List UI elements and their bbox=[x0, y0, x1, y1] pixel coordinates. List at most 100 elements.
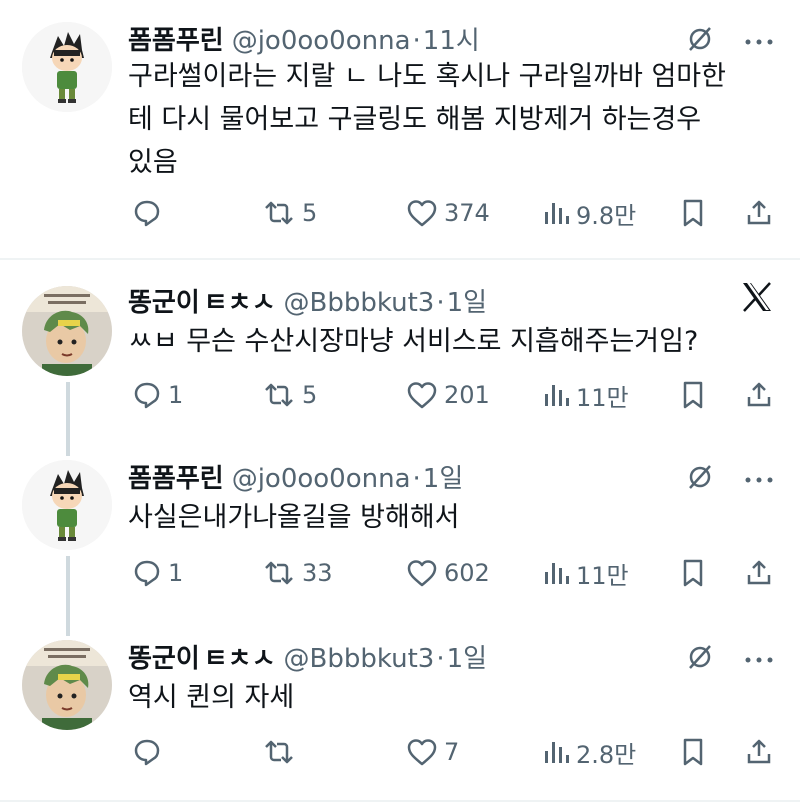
bookmark-button[interactable] bbox=[680, 375, 706, 415]
views-count: 11만 bbox=[576, 383, 629, 412]
reply-button[interactable] bbox=[132, 193, 168, 233]
display-name[interactable]: 폼폼푸린 bbox=[128, 464, 224, 494]
reply-button[interactable] bbox=[132, 732, 168, 772]
retweet-icon bbox=[265, 740, 293, 764]
more-options-icon[interactable] bbox=[744, 470, 774, 489]
views-button[interactable]: 11만 bbox=[542, 553, 629, 593]
tweet-text-line: 사실은내가나올길을 방해해서 bbox=[128, 502, 460, 533]
views-button[interactable]: 9.8만 bbox=[542, 193, 636, 233]
timestamp[interactable]: 1일 bbox=[447, 644, 487, 674]
tweet-1[interactable]: 폼폼푸린 @jo0oo0onna·11시 구라썰이라는 지랄 ㄴ 나도 혹시나 구… bbox=[0, 0, 800, 258]
heart-icon bbox=[407, 560, 437, 587]
more-options-icon[interactable] bbox=[744, 650, 774, 669]
separator-dot: · bbox=[412, 464, 421, 494]
views-button[interactable]: 2.8만 bbox=[542, 732, 636, 772]
views-icon bbox=[545, 385, 569, 406]
share-button[interactable] bbox=[744, 732, 774, 772]
views-icon bbox=[545, 742, 569, 763]
retweet-count: 5 bbox=[302, 381, 318, 409]
action-bar: 7 2.8만 bbox=[128, 732, 778, 772]
retweet-count: 33 bbox=[302, 559, 333, 587]
retweet-count: 5 bbox=[302, 199, 318, 227]
retweet-button[interactable]: 5 bbox=[262, 375, 317, 415]
views-icon bbox=[545, 203, 569, 224]
user-handle[interactable]: @Bbbbkut3 bbox=[284, 288, 435, 318]
like-button[interactable]: 602 bbox=[406, 553, 490, 593]
bookmark-icon bbox=[683, 381, 703, 409]
tweet-text-line: ㅆㅂ 무슨 수산시장마냥 서비스로 지흡해주는거임? bbox=[128, 326, 699, 357]
reply-button[interactable]: 1 bbox=[132, 553, 183, 593]
tweet-header: 똥군이 ㅌㅊㅅ @Bbbbkut3·1일 bbox=[128, 282, 487, 319]
like-count: 602 bbox=[444, 559, 490, 587]
bookmark-button[interactable] bbox=[680, 553, 706, 593]
tweet-3[interactable]: 폼폼푸린 @jo0oo0onna·1일 사실은내가나올길을 방해해서 1 33 6… bbox=[0, 440, 800, 620]
heart-icon bbox=[407, 739, 437, 766]
tweet-text-line: 테 다시 물어보고 구글링도 해봄 지방제거 하는경우 bbox=[128, 104, 702, 135]
share-icon bbox=[747, 560, 771, 585]
display-name[interactable]: 똥군이 bbox=[128, 644, 200, 674]
like-button[interactable]: 201 bbox=[406, 375, 490, 415]
avatar[interactable] bbox=[22, 22, 112, 112]
corner-actions bbox=[685, 642, 774, 676]
bookmark-icon bbox=[683, 738, 703, 766]
like-count: 7 bbox=[444, 738, 460, 766]
avatar[interactable] bbox=[22, 460, 112, 550]
reply-icon bbox=[134, 560, 160, 587]
display-name[interactable]: 폼폼푸린 bbox=[128, 26, 224, 56]
avatar[interactable] bbox=[22, 286, 112, 376]
share-button[interactable] bbox=[744, 553, 774, 593]
user-handle[interactable]: @jo0oo0onna bbox=[232, 464, 411, 494]
reply-count: 1 bbox=[168, 381, 184, 409]
reply-icon bbox=[134, 382, 160, 409]
bookmark-button[interactable] bbox=[680, 732, 706, 772]
tweet-text-line: 있음 bbox=[128, 147, 178, 178]
like-count: 374 bbox=[444, 199, 490, 227]
share-button[interactable] bbox=[744, 375, 774, 415]
name-suffix: ㅌㅊㅅ bbox=[203, 644, 276, 674]
share-icon bbox=[747, 382, 771, 407]
tweet-header: 폼폼푸린 @jo0oo0onna·1일 bbox=[128, 458, 463, 495]
bookmark-icon bbox=[683, 199, 703, 227]
avatar[interactable] bbox=[22, 640, 112, 730]
timestamp[interactable]: 11시 bbox=[423, 26, 480, 56]
corner-actions bbox=[685, 24, 774, 58]
user-handle[interactable]: @Bbbbkut3 bbox=[284, 644, 435, 674]
grok-icon[interactable] bbox=[685, 462, 715, 496]
user-handle[interactable]: @jo0oo0onna bbox=[232, 26, 411, 56]
avatar-chibi-image bbox=[22, 22, 112, 112]
share-icon bbox=[747, 739, 771, 764]
views-count: 11만 bbox=[576, 561, 629, 590]
retweet-button[interactable]: 5 bbox=[262, 193, 317, 233]
grok-icon[interactable] bbox=[685, 642, 715, 676]
tweet-text: 사실은내가나올길을 방해해서 bbox=[128, 496, 778, 539]
tweet-text-line: 역시 퀸의 자세 bbox=[128, 682, 295, 713]
tweet-4[interactable]: 똥군이 ㅌㅊㅅ @Bbbbkut3·1일 역시 퀸의 자세 7 2.8만 bbox=[0, 620, 800, 811]
action-bar: 1 33 602 11만 bbox=[128, 553, 778, 593]
heart-icon bbox=[407, 382, 437, 409]
retweet-icon bbox=[265, 561, 293, 585]
share-icon bbox=[747, 200, 771, 225]
timestamp[interactable]: 1일 bbox=[447, 288, 487, 318]
retweet-button[interactable] bbox=[262, 732, 302, 772]
timestamp[interactable]: 1일 bbox=[423, 464, 463, 494]
action-bar: 5 374 9.8만 bbox=[128, 193, 778, 233]
share-button[interactable] bbox=[744, 193, 774, 233]
more-options-icon[interactable] bbox=[744, 32, 774, 51]
views-button[interactable]: 11만 bbox=[542, 375, 629, 415]
tweet-header: 똥군이 ㅌㅊㅅ @Bbbbkut3·1일 bbox=[128, 638, 487, 675]
heart-icon bbox=[407, 200, 437, 227]
bookmark-button[interactable] bbox=[680, 193, 706, 233]
reply-button[interactable]: 1 bbox=[132, 375, 183, 415]
separator-dot: · bbox=[412, 26, 421, 56]
like-button[interactable]: 7 bbox=[406, 732, 459, 772]
corner-actions bbox=[740, 280, 774, 318]
display-name[interactable]: 똥군이 bbox=[128, 288, 200, 318]
like-button[interactable]: 374 bbox=[406, 193, 490, 233]
reply-icon bbox=[134, 200, 160, 227]
grok-icon[interactable] bbox=[685, 24, 715, 58]
x-logo-icon[interactable] bbox=[740, 280, 774, 318]
thread-line bbox=[66, 382, 70, 440]
tweet-2[interactable]: 똥군이 ㅌㅊㅅ @Bbbbkut3·1일 ㅆㅂ 무슨 수산시장마냥 서비스로 지흡해… bbox=[0, 260, 800, 440]
avatar-comic-image bbox=[22, 640, 112, 730]
retweet-button[interactable]: 33 bbox=[262, 553, 333, 593]
